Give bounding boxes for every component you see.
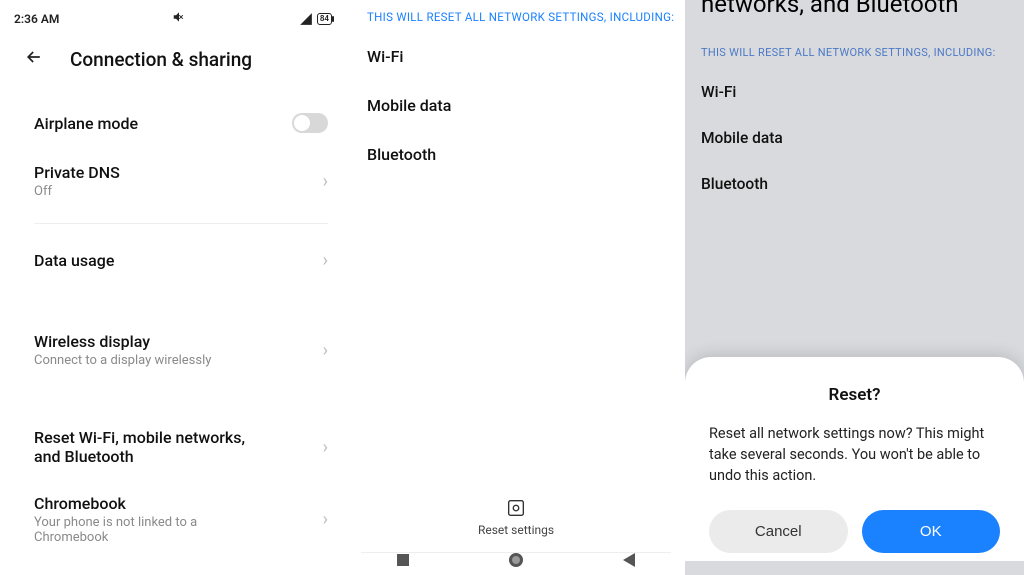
confirm-dialog: Reset? Reset all network settings now? T…	[685, 357, 1024, 575]
list-item: Bluetooth	[347, 130, 685, 179]
reset-settings-button[interactable]: Reset settings	[347, 497, 685, 537]
back-button[interactable]	[24, 47, 44, 71]
nav-home-icon[interactable]	[509, 553, 523, 567]
row-label: Private DNS	[34, 163, 120, 182]
chevron-right-icon: ›	[323, 509, 328, 530]
status-mute-icon	[172, 10, 186, 27]
toggle[interactable]	[292, 113, 328, 133]
section-title: THIS WILL RESET ALL NETWORK SETTINGS, IN…	[347, 0, 685, 32]
list-item: Bluetooth	[701, 161, 1008, 207]
dialog-title: Reset?	[709, 385, 1000, 405]
nav-bar	[347, 545, 685, 575]
reset-label: Reset settings	[478, 523, 554, 537]
nav-recent-icon[interactable]	[397, 554, 409, 566]
row-label: Reset Wi-Fi, mobile networks, and Blueto…	[34, 428, 274, 466]
panel3-title-cutoff: networks, and Bluetooth	[701, 0, 1008, 18]
row-label: Wireless display	[34, 332, 211, 351]
reset-detail-panel: THIS WILL RESET ALL NETWORK SETTINGS, IN…	[346, 0, 685, 575]
signal-icon	[299, 12, 313, 26]
list-item: Mobile data	[347, 81, 685, 130]
settings-row[interactable]: Chromebook Your phone is not linked to a …	[0, 480, 346, 559]
settings-row[interactable]: Private DNS Off ›	[0, 149, 346, 213]
nav-gap	[685, 561, 1024, 575]
section-title: THIS WILL RESET ALL NETWORK SETTINGS, IN…	[701, 18, 1008, 69]
row-sub: Your phone is not linked to a Chromebook	[34, 515, 274, 545]
spacer	[0, 286, 346, 318]
row-sub: Connect to a display wirelessly	[34, 353, 211, 368]
row-label: Airplane mode	[34, 114, 138, 133]
page-title: Connection & sharing	[70, 48, 252, 71]
reset-icon	[505, 497, 527, 519]
settings-panel: 2:36 AM 84 Connection & sharing Airplane…	[0, 0, 346, 575]
settings-row[interactable]: Reset Wi-Fi, mobile networks, and Blueto…	[0, 414, 346, 480]
reset-dialog-panel: networks, and Bluetooth THIS WILL RESET …	[685, 0, 1024, 575]
divider	[34, 223, 328, 224]
chevron-right-icon: ›	[323, 250, 328, 271]
cancel-button[interactable]: Cancel	[709, 510, 848, 553]
dialog-body: Reset all network settings now? This mig…	[709, 423, 1000, 486]
row-label: Data usage	[34, 251, 114, 270]
spacer	[0, 382, 346, 414]
chevron-right-icon: ›	[323, 171, 328, 192]
status-time: 2:36 AM	[14, 12, 59, 26]
chevron-right-icon: ›	[323, 437, 328, 458]
settings-row[interactable]: Wireless display Connect to a display wir…	[0, 318, 346, 382]
row-label: Chromebook	[34, 494, 274, 513]
list-item: Wi-Fi	[347, 32, 685, 81]
list-item: Wi-Fi	[701, 69, 1008, 115]
status-bar: 2:36 AM 84	[0, 6, 346, 29]
header: Connection & sharing	[0, 29, 346, 97]
status-right: 84	[299, 12, 332, 26]
battery-icon: 84	[317, 13, 332, 25]
nav-back-icon[interactable]	[623, 553, 635, 567]
list-item: Mobile data	[701, 115, 1008, 161]
settings-row[interactable]: Data usage ›	[0, 234, 346, 286]
settings-row[interactable]: Airplane mode	[0, 97, 346, 149]
ok-button[interactable]: OK	[862, 510, 1001, 553]
chevron-right-icon: ›	[323, 340, 328, 361]
row-sub: Off	[34, 184, 120, 199]
